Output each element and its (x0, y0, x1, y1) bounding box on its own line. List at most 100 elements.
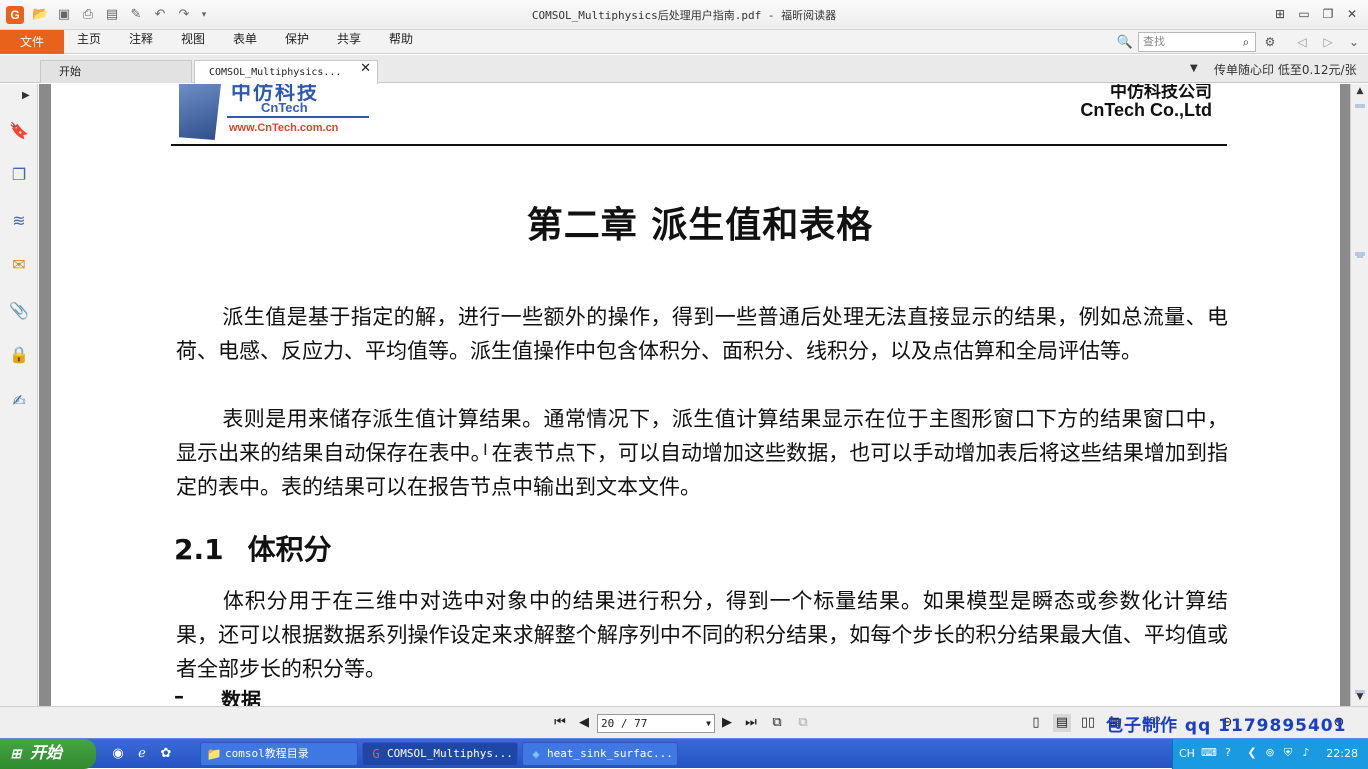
back-arrow-icon[interactable]: ◁ (1294, 34, 1310, 50)
ad-banner[interactable]: 传单随心印 低至0.12元/张 (1214, 61, 1357, 78)
menu-view[interactable]: 视图 (181, 30, 205, 54)
customize-dropdown-icon[interactable]: ▾ (196, 7, 212, 23)
restore-button[interactable]: ❐ (1318, 5, 1338, 23)
menu-file[interactable]: 文件 (0, 30, 64, 54)
facing-pages-icon[interactable]: ▯▯ (1079, 714, 1097, 732)
company-name-en: CnTech Co.,Ltd (1080, 100, 1212, 120)
logo-url-text: www.CnTech.com.cn (229, 122, 339, 134)
tab-close-icon[interactable]: ✕ (360, 61, 371, 76)
scroll-up-icon[interactable]: ▲ (1353, 84, 1367, 98)
signature-icon[interactable]: ✍ (8, 390, 30, 412)
tab-label: 开始 (59, 65, 81, 78)
attachment-icon[interactable]: 📎 (8, 300, 30, 322)
menu-protect[interactable]: 保护 (285, 30, 309, 54)
input-language-indicator[interactable]: CH (1179, 747, 1195, 760)
paragraph-2-text: 表则是用来储存派生值计算结果。通常情况下，派生值计算结果显示在位于主图形窗口下方… (176, 407, 1228, 499)
vertical-scrollbar[interactable]: ▲ ▼ (1350, 84, 1368, 706)
redo-icon[interactable]: ↷ (176, 7, 192, 23)
layers-icon[interactable]: ≋ (8, 210, 30, 232)
scan-icon[interactable]: ▤ (104, 7, 120, 23)
start-button[interactable]: ⊞ 开始 (0, 739, 96, 769)
section-title-text: 体积分 (247, 533, 332, 566)
taskbar-item-folder[interactable]: 📁 comsol教程目录 (200, 742, 358, 766)
scroll-down-icon[interactable]: ▼ (1353, 690, 1367, 704)
internet-explorer-icon[interactable]: ℯ (134, 746, 150, 762)
menu-bar: 文件 主页 注释 视图 表单 保护 共享 帮助 🔍 查找 ⌕ ⚙ ◁ ▷ ⌄ (0, 30, 1368, 54)
arrow-left-icon[interactable]: ❮ (1245, 746, 1259, 760)
save-icon[interactable]: ▣ (56, 7, 72, 23)
clock[interactable]: 22:28 (1326, 747, 1358, 760)
previous-page-icon[interactable]: ◀ (575, 714, 593, 732)
first-page-icon[interactable]: ⏮ (551, 714, 569, 732)
scroll-thumb[interactable] (1357, 254, 1363, 258)
previous-view-icon[interactable]: ⧉ (768, 714, 786, 732)
pdf-page: 中仿科技 CnTech www.CnTech.com.cn 中仿科技公司 CnT… (51, 84, 1340, 706)
windows-logo-icon: ⊞ (10, 746, 22, 761)
paragraph-3-text: 体积分用于在三维中对选中对象中的结果进行积分，得到一个标量结果。如果模型是瞬态或… (176, 589, 1228, 681)
chapter-title: 第二章 派生值和表格 (526, 204, 874, 246)
comments-icon[interactable]: ✉ (8, 254, 30, 276)
paragraph-1-text: 派生值是基于指定的解，进行一些额外的操作，得到一些普通后处理无法直接显示的结果，… (176, 305, 1228, 363)
keyboard-icon[interactable]: ⌨ (1201, 746, 1217, 760)
system-tray: CH ⌨ ? ❮ ⊚ ⛨ ♪ 22:28 (1172, 739, 1368, 769)
page-dropdown-icon[interactable]: ▼ (706, 715, 711, 732)
navigation-sidebar: ▶ 🔖 ❐ ≋ ✉ 📎 🔒 ✍ (0, 84, 38, 706)
single-page-icon[interactable]: ▯ (1027, 714, 1045, 732)
title-bar: G 📂 ▣ ⎙ ▤ ✎ ↶ ↷ ▾ COMSOL_Multiphysics后处理… (0, 0, 1368, 30)
continuous-page-icon[interactable]: ▤ (1053, 714, 1071, 732)
paragraph-3: 体积分用于在三维中对选中对象中的结果进行积分，得到一个标量结果。如果模型是瞬态或… (176, 584, 1228, 686)
bookmark-icon[interactable]: 🔖 (8, 120, 30, 142)
text-cursor-icon: I (483, 440, 488, 459)
search-icon[interactable]: ⌕ (1238, 34, 1254, 50)
ad-dropdown-icon[interactable]: ▼ (1190, 63, 1198, 74)
new-document-icon[interactable]: ✎ (128, 7, 144, 23)
app-logo-icon[interactable]: G (6, 6, 24, 24)
menu-help[interactable]: 帮助 (389, 30, 413, 54)
menu-home[interactable]: 主页 (77, 30, 101, 54)
ribbon-toggle-icon[interactable]: ⊞ (1270, 5, 1290, 23)
pages-thumbnail-icon[interactable]: ❐ (8, 164, 30, 186)
expand-chevron-icon[interactable]: ⌄ (1346, 34, 1362, 50)
page-navigation-bar: ⏮ ◀ 20 / 77 ▼ ▶ ⏭ ⧉ ⧉ ▯ ▤ ▯▯ ▦ 162. ⊖ ⊕ 包… (0, 706, 1368, 738)
forward-arrow-icon[interactable]: ▷ (1320, 34, 1336, 50)
cntech-logo: 中仿科技 CnTech www.CnTech.com.cn (179, 84, 369, 144)
quick-launch-icon[interactable]: ✿ (158, 746, 174, 762)
next-view-icon[interactable]: ⧉ (794, 714, 812, 732)
folder-icon: 📁 (206, 747, 222, 761)
watermark-text: 包子制作 qq 1179895401 (1106, 716, 1347, 736)
section-heading: 2.1 体积分 (174, 528, 332, 568)
logo-english-text: CnTech (261, 100, 308, 115)
settings-gear-icon[interactable]: ⚙ (1262, 34, 1278, 50)
minimize-button[interactable]: ▭ (1294, 5, 1314, 23)
section-number: 2.1 (174, 533, 224, 566)
open-icon[interactable]: 📂 (32, 7, 48, 23)
paragraph-2: 表则是用来储存派生值计算结果。通常情况下，派生值计算结果显示在位于主图形窗口下方… (176, 402, 1228, 504)
close-button[interactable]: ✕ (1342, 5, 1362, 23)
menu-comment[interactable]: 注释 (129, 30, 153, 54)
taskbar-item-label: COMSOL_Multiphys... (387, 747, 513, 760)
volume-icon[interactable]: ♪ (1299, 746, 1313, 760)
print-icon[interactable]: ⎙ (80, 7, 96, 23)
menu-share[interactable]: 共享 (337, 30, 361, 54)
tab-label: COMSOL_Multiphysics... (209, 67, 342, 78)
tab-bar: 开始 COMSOL_Multiphysics... ✕ ▼ 传单随心印 低至0.… (0, 55, 1368, 84)
sidebar-expand-icon[interactable]: ▶ (22, 90, 30, 101)
taskbar-item-foxit[interactable]: G COMSOL_Multiphys... (362, 742, 518, 766)
page-number-field[interactable]: 20 / 77 ▼ (597, 714, 715, 733)
network-icon[interactable]: ⊚ (1263, 746, 1277, 760)
taskbar-item-comsol[interactable]: ◈ heat_sink_surfac... (522, 742, 678, 766)
bullet-heading: 数据 (221, 688, 261, 706)
help-icon[interactable]: ? (1221, 746, 1235, 760)
security-shield-icon[interactable]: ⛨ (1281, 746, 1295, 760)
menu-form[interactable]: 表单 (233, 30, 257, 54)
tab-document[interactable]: COMSOL_Multiphysics... ✕ (194, 60, 378, 84)
security-lock-icon[interactable]: 🔒 (8, 344, 30, 366)
document-viewport[interactable]: 中仿科技 CnTech www.CnTech.com.cn 中仿科技公司 CnT… (39, 84, 1350, 706)
show-desktop-icon[interactable]: ◉ (110, 746, 126, 762)
last-page-icon[interactable]: ⏭ (742, 714, 760, 732)
tab-start[interactable]: 开始 (40, 60, 192, 83)
header-rule (171, 144, 1227, 146)
next-page-icon[interactable]: ▶ (718, 714, 736, 732)
find-icon[interactable]: 🔍 (1116, 34, 1134, 52)
undo-icon[interactable]: ↶ (152, 7, 168, 23)
